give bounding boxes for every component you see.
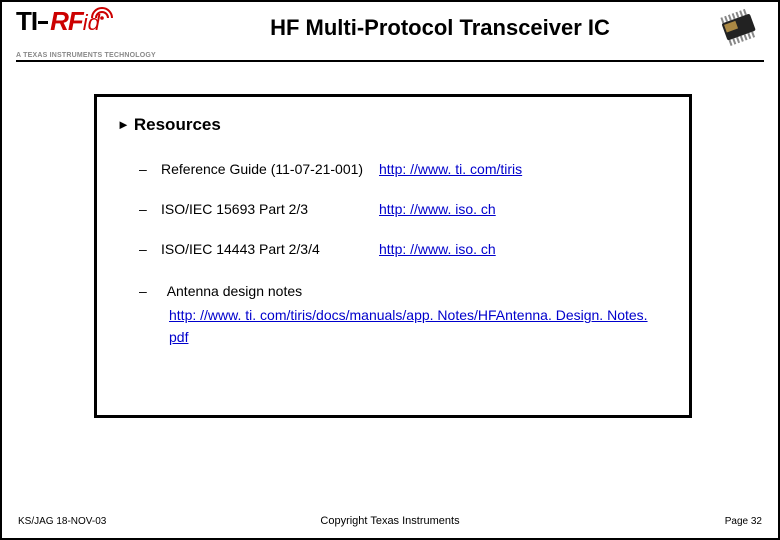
chip-icon xyxy=(712,5,766,51)
resource-link[interactable]: http: //www. iso. ch xyxy=(379,200,496,218)
bullet-dash-icon: – xyxy=(139,200,153,218)
bullet-dash-icon: – xyxy=(139,240,153,258)
section-title: ►Resources xyxy=(117,115,669,136)
page-title: HF Multi-Protocol Transceiver IC xyxy=(182,16,698,40)
ti-rfid-logo: TIRFid A TEXAS INSTRUMENTS TECHNOLOGY xyxy=(16,8,156,59)
resource-link[interactable]: http: //www. iso. ch xyxy=(379,240,496,258)
bullet-dash-icon: – xyxy=(139,160,153,178)
triangle-marker-icon: ► xyxy=(117,115,130,135)
slide-page: TIRFid A TEXAS INSTRUMENTS TECHNOLOGY HF… xyxy=(0,0,780,540)
resource-label: Reference Guide (11-07-21-001) xyxy=(161,160,379,178)
header-rule xyxy=(16,60,764,62)
logo-dash xyxy=(38,21,48,24)
resource-label: ISO/IEC 15693 Part 2/3 xyxy=(161,200,379,218)
header: TIRFid A TEXAS INSTRUMENTS TECHNOLOGY HF… xyxy=(2,2,778,60)
section-title-text: Resources xyxy=(134,115,221,134)
bullet-dash-icon: – xyxy=(139,283,147,299)
content-box: ►Resources – Reference Guide (11-07-21-0… xyxy=(94,94,692,418)
resource-label: Antenna design notes xyxy=(167,283,302,299)
footer-center: Copyright Texas Instruments xyxy=(2,515,778,528)
list-item: – ISO/IEC 15693 Part 2/3 http: //www. is… xyxy=(117,200,669,218)
resource-link[interactable]: http: //www. ti. com/tiris/docs/manuals/… xyxy=(169,304,669,348)
logo-image: TIRFid xyxy=(16,8,136,54)
footer: KS/JAG 18-NOV-03 Copyright Texas Instrum… xyxy=(2,510,778,528)
resource-list: – Reference Guide (11-07-21-001) http: /… xyxy=(117,160,669,348)
list-item: – Antenna design notes http: //www. ti. … xyxy=(139,280,669,348)
resource-label: ISO/IEC 14443 Part 2/3/4 xyxy=(161,240,379,258)
list-item: – Reference Guide (11-07-21-001) http: /… xyxy=(117,160,669,178)
list-item: – ISO/IEC 14443 Part 2/3/4 http: //www. … xyxy=(117,240,669,258)
logo-ti-text: TI xyxy=(16,6,37,36)
footer-right: Page 32 xyxy=(725,516,762,528)
resource-link[interactable]: http: //www. ti. com/tiris xyxy=(379,160,522,178)
logo-rf-text: RF xyxy=(50,6,83,36)
logo-signal-icon xyxy=(90,6,118,20)
